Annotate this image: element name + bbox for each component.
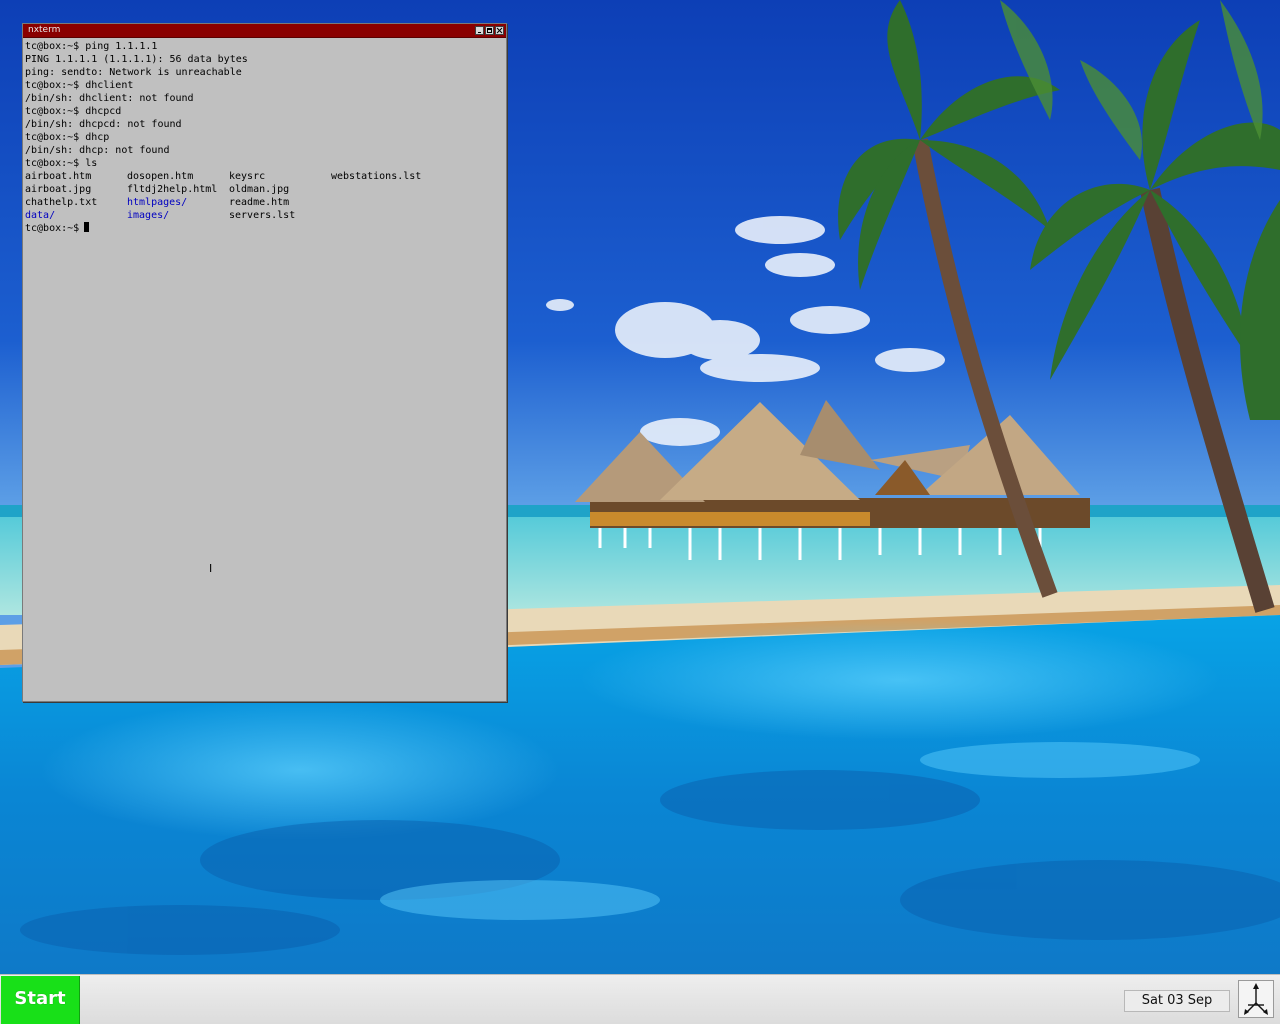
window-controls <box>475 26 504 35</box>
terminal-line: tc@box:~$ dhcpcd <box>25 106 122 117</box>
ls-directory: images/ <box>127 210 170 221</box>
ls-file: dosopen.htm <box>127 171 194 182</box>
terminal-line: /bin/sh: dhcpcd: not found <box>25 119 182 130</box>
ls-file: airboat.htm <box>25 171 92 182</box>
ls-file: fltdj2help.html <box>127 184 218 195</box>
close-icon[interactable] <box>495 26 504 35</box>
terminal-window[interactable]: nxterm tc@box:~$ ping 1.1.1.1 PING 1.1.1… <box>22 23 507 702</box>
taskbar: Start Sat 03 Sep <box>0 974 1280 1024</box>
ls-file: airboat.jpg <box>25 184 92 195</box>
terminal-line: tc@box:~$ dhclient <box>25 80 134 91</box>
ls-file: readme.htm <box>229 197 290 208</box>
terminal-prompt: tc@box:~$ <box>25 223 80 234</box>
ls-directory: htmlpages/ <box>127 197 188 208</box>
terminal-line: tc@box:~$ dhcp <box>25 132 110 143</box>
terminal-line: /bin/sh: dhcp: not found <box>25 145 170 156</box>
ls-directory: data/ <box>25 210 56 221</box>
terminal-title: nxterm <box>28 25 61 35</box>
start-button[interactable]: Start <box>1 976 80 1024</box>
ls-output-row: airboat.htm dosopen.htm keysrc webstatio… <box>25 170 504 183</box>
minimize-icon[interactable] <box>475 26 484 35</box>
terminal-output[interactable]: tc@box:~$ ping 1.1.1.1 PING 1.1.1.1 (1.1… <box>25 40 504 699</box>
terminal-prompt-line[interactable]: tc@box:~$ <box>25 222 504 235</box>
terminal-line: tc@box:~$ ls <box>25 158 98 169</box>
pointer-arrows-icon[interactable] <box>1238 980 1274 1018</box>
taskbar-clock[interactable]: Sat 03 Sep <box>1124 990 1230 1012</box>
terminal-line: tc@box:~$ ping 1.1.1.1 <box>25 41 158 52</box>
maximize-icon[interactable] <box>485 26 494 35</box>
desktop[interactable]: nxterm tc@box:~$ ping 1.1.1.1 PING 1.1.1… <box>0 0 1280 974</box>
ls-output-row: airboat.jpg fltdj2help.html oldman.jpg <box>25 183 504 196</box>
terminal-line: PING 1.1.1.1 (1.1.1.1): 56 data bytes <box>25 54 248 65</box>
ls-output-row: chathelp.txt htmlpages/ readme.htm <box>25 196 504 209</box>
ibeam-mouse-cursor-icon: Ⅰ <box>209 562 213 575</box>
ls-file: oldman.jpg <box>229 184 290 195</box>
text-cursor-icon <box>84 222 90 232</box>
ls-output-row: data/ images/ servers.lst <box>25 209 504 222</box>
terminal-line: /bin/sh: dhclient: not found <box>25 93 194 104</box>
ls-file: webstations.lst <box>331 171 422 182</box>
ls-file: chathelp.txt <box>25 197 98 208</box>
pointer-arrows-icon-graphic <box>1244 983 1268 1015</box>
terminal-titlebar[interactable]: nxterm <box>23 24 506 38</box>
ls-file: servers.lst <box>229 210 296 221</box>
ls-file: keysrc <box>229 171 266 182</box>
terminal-line: ping: sendto: Network is unreachable <box>25 67 242 78</box>
